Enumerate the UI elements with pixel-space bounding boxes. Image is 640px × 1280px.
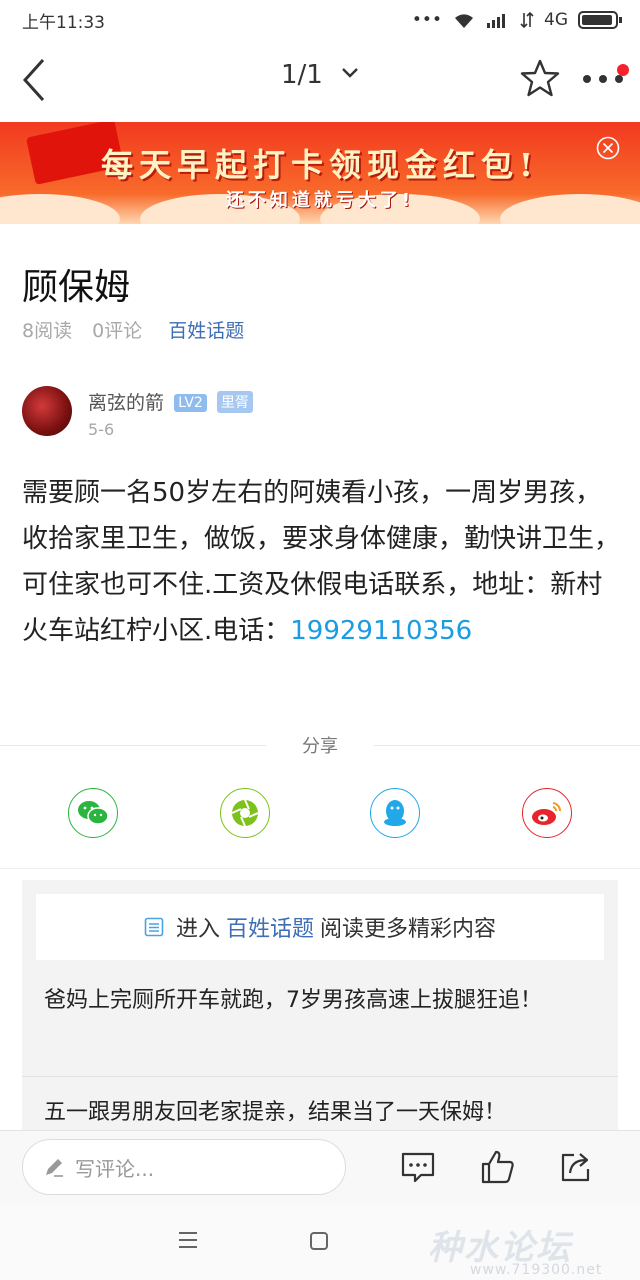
author-name: 离弦的箭 bbox=[88, 392, 165, 414]
comment-input[interactable]: 写评论... bbox=[22, 1139, 346, 1195]
author-name-row: 离弦的箭 LV2 里胥 bbox=[88, 388, 253, 415]
list-icon bbox=[144, 917, 164, 937]
wifi-icon bbox=[455, 14, 473, 28]
related-section: 进入 百姓话题 阅读更多精彩内容 爸妈上完厕所开车就跑，7岁男孩高速上拔腿狂追！… bbox=[22, 880, 618, 1140]
system-navigation-bar: 种水论坛 www.719300.net bbox=[0, 1204, 640, 1280]
data-transfer-icon bbox=[520, 11, 534, 29]
network-type: 4G bbox=[544, 10, 568, 30]
nav-bar: 1/1 bbox=[0, 40, 640, 122]
avatar[interactable] bbox=[22, 386, 72, 436]
share-wechat-button[interactable] bbox=[68, 788, 118, 838]
battery-icon bbox=[578, 11, 622, 29]
share-icons bbox=[0, 788, 640, 840]
share-section-header: 分享 bbox=[0, 730, 640, 760]
read-count: 8阅读 bbox=[22, 320, 73, 342]
moments-icon bbox=[231, 799, 259, 827]
enter-prefix: 进入 bbox=[175, 917, 220, 942]
enter-suffix: 阅读更多精彩内容 bbox=[320, 917, 497, 942]
chevron-down-icon bbox=[342, 68, 358, 78]
divider bbox=[374, 745, 640, 746]
qq-icon bbox=[384, 800, 406, 826]
article-title: 顾保姆 bbox=[22, 267, 131, 308]
divider bbox=[0, 868, 640, 869]
promo-banner[interactable]: 每天早起打卡领现金红包! 还不知道就亏大了! bbox=[0, 122, 640, 224]
post-date: 5-6 bbox=[88, 420, 115, 439]
watermark-url: www.719300.net bbox=[470, 1262, 603, 1278]
author-info[interactable]: 离弦的箭 LV2 里胥 5-6 bbox=[22, 386, 582, 442]
notification-dot bbox=[617, 64, 629, 76]
comment-bar: 写评论... bbox=[0, 1130, 640, 1204]
status-time: 上午11:33 bbox=[22, 12, 105, 33]
like-thumb-icon[interactable] bbox=[480, 1149, 516, 1185]
banner-subtitle: 还不知道就亏大了! bbox=[225, 190, 415, 211]
page-indicator: 1/1 bbox=[280, 60, 323, 90]
banner-title: 每天早起打卡领现金红包! bbox=[100, 146, 540, 184]
status-bar: 上午11:33 ••• 4G bbox=[0, 0, 640, 40]
comment-count: 0评论 bbox=[92, 320, 143, 342]
topic-link[interactable]: 百姓话题 bbox=[168, 316, 244, 343]
article-meta: 8阅读 0评论 百姓话题 bbox=[22, 316, 244, 343]
share-weibo-button[interactable] bbox=[522, 788, 572, 838]
favorite-star-icon[interactable] bbox=[520, 58, 560, 98]
weibo-icon bbox=[532, 802, 562, 825]
pen-icon bbox=[46, 1159, 63, 1177]
notification-dots: ••• bbox=[411, 10, 442, 30]
phone-link[interactable]: 19929110356 bbox=[290, 616, 472, 646]
enter-topic-link[interactable]: 进入 百姓话题 阅读更多精彩内容 bbox=[36, 894, 604, 960]
wechat-icon bbox=[78, 801, 109, 825]
comments-icon[interactable] bbox=[400, 1149, 436, 1185]
divider bbox=[22, 1076, 618, 1077]
share-icon[interactable] bbox=[558, 1149, 594, 1185]
article-body: 需要顾一名50岁左右的阿姨看小孩，一周岁男孩，收拾家里卫生，做饭，要求身体健康，… bbox=[22, 470, 622, 654]
related-article-item[interactable]: 爸妈上完厕所开车就跑，7岁男孩高速上拔腿狂追！ bbox=[44, 982, 604, 1020]
share-qq-button[interactable] bbox=[370, 788, 420, 838]
comment-placeholder: 写评论... bbox=[75, 1156, 155, 1181]
menu-icon[interactable] bbox=[178, 1230, 198, 1250]
role-badge: 里胥 bbox=[216, 391, 253, 413]
status-icons: ••• 4G bbox=[411, 10, 622, 30]
share-moments-button[interactable] bbox=[220, 788, 270, 838]
close-banner-icon[interactable] bbox=[596, 136, 620, 160]
home-icon[interactable] bbox=[310, 1232, 328, 1250]
level-badge: LV2 bbox=[174, 394, 207, 412]
enter-topic: 百姓话题 bbox=[225, 917, 314, 942]
signal-icon bbox=[487, 14, 505, 28]
related-article-item[interactable]: 五一跟男朋友回老家提亲，结果当了一天保姆！ bbox=[44, 1094, 604, 1132]
